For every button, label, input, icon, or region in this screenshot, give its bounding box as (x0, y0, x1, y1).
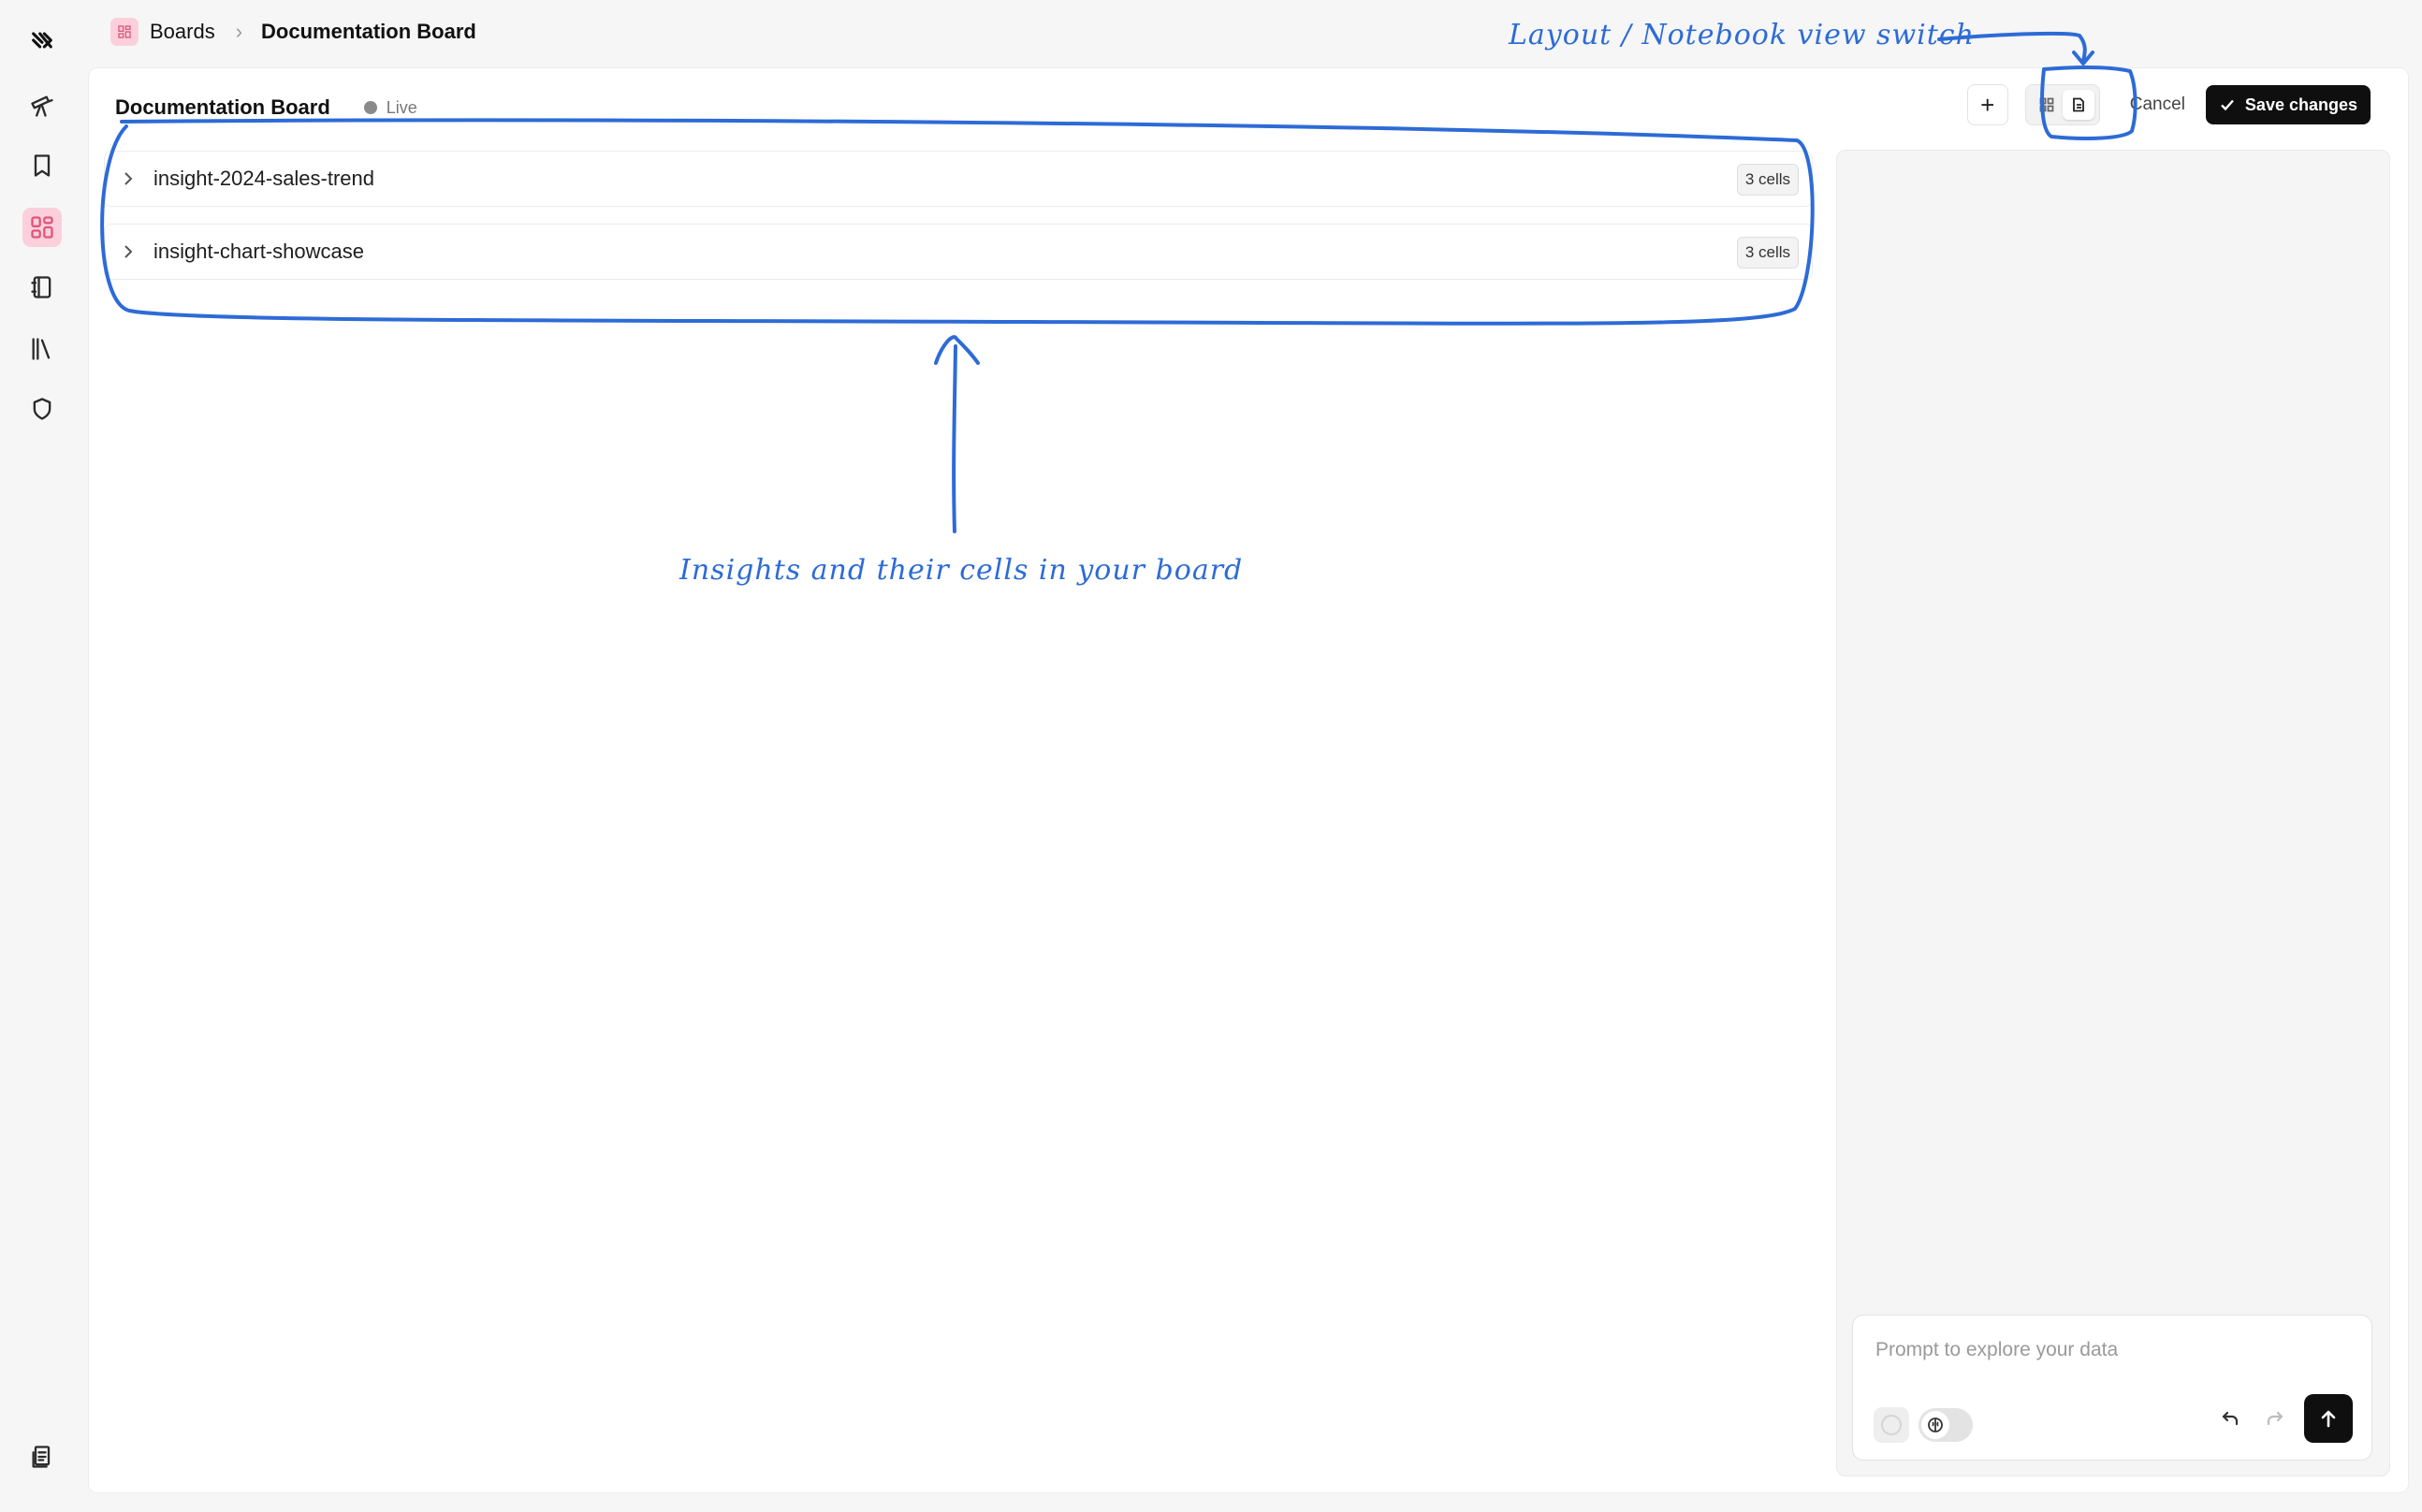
cell-count-badge: 3 cells (1736, 164, 1799, 196)
notebook-view-button[interactable] (2062, 90, 2094, 120)
telescope-icon[interactable] (22, 86, 62, 125)
reasoning-toggle[interactable] (1919, 1408, 1973, 1442)
save-label: Save changes (2244, 94, 2357, 114)
cancel-button[interactable]: Cancel (2121, 94, 2195, 115)
insight-row[interactable]: insight-chart-showcase 3 cells (104, 224, 1813, 280)
chevron-right-icon[interactable] (120, 243, 137, 260)
shield-icon[interactable] (22, 389, 62, 429)
chevron-right-icon: › (235, 20, 243, 43)
prompt-tools (1874, 1407, 1973, 1443)
prompt-input[interactable] (1874, 1332, 2345, 1368)
status-dot-icon (363, 101, 377, 114)
arrow-up-icon (2321, 1410, 2336, 1428)
library-icon[interactable] (22, 329, 62, 369)
insight-name: insight-2024-sales-trend (153, 167, 375, 190)
send-button[interactable] (2304, 1394, 2353, 1443)
redo-icon[interactable] (2259, 1403, 2291, 1434)
left-nav-rail (0, 0, 86, 1512)
insight-name: insight-chart-showcase (153, 240, 364, 263)
board-toolbar: + Cancel Save changes (1966, 83, 2371, 126)
insight-row[interactable]: insight-2024-sales-trend 3 cells (104, 151, 1813, 207)
logo-icon[interactable] (22, 21, 62, 60)
board-title: Documentation Board (115, 95, 330, 119)
status-label: Live (386, 97, 417, 117)
docs-icon[interactable] (22, 1437, 62, 1476)
grid-icon (2039, 97, 2054, 112)
undo-icon[interactable] (2214, 1403, 2246, 1434)
document-icon (2072, 97, 2084, 112)
prompt-box (1852, 1315, 2372, 1461)
boards-icon[interactable] (22, 208, 62, 247)
check-icon (2221, 99, 2234, 111)
prompt-actions (2214, 1394, 2353, 1443)
board-header: Documentation Board Live (115, 89, 417, 126)
chevron-right-icon[interactable] (120, 170, 137, 187)
breadcrumb: Boards › Documentation Board (110, 13, 476, 51)
insights-list: insight-2024-sales-trend 3 cells insight… (104, 151, 1813, 297)
assistant-panel (1836, 150, 2390, 1476)
boards-crumb-icon (110, 18, 139, 46)
cell-count-badge: 3 cells (1736, 237, 1799, 269)
add-insight-button[interactable]: + (1966, 84, 2008, 125)
breadcrumb-parent[interactable]: Boards (150, 20, 215, 44)
layout-view-button[interactable] (2031, 90, 2063, 120)
save-changes-button[interactable]: Save changes (2205, 85, 2371, 124)
breadcrumb-current: Documentation Board (261, 20, 476, 43)
bookmark-icon[interactable] (22, 146, 62, 185)
status-badge: Live (363, 97, 417, 118)
notebook-icon[interactable] (22, 268, 62, 307)
context-button[interactable] (1874, 1407, 1909, 1443)
annotation-view-switch: Layout / Notebook view switch (1509, 19, 1975, 51)
view-switch (2024, 84, 2100, 125)
brain-icon (1921, 1411, 1949, 1439)
circle-icon (1881, 1415, 1902, 1435)
